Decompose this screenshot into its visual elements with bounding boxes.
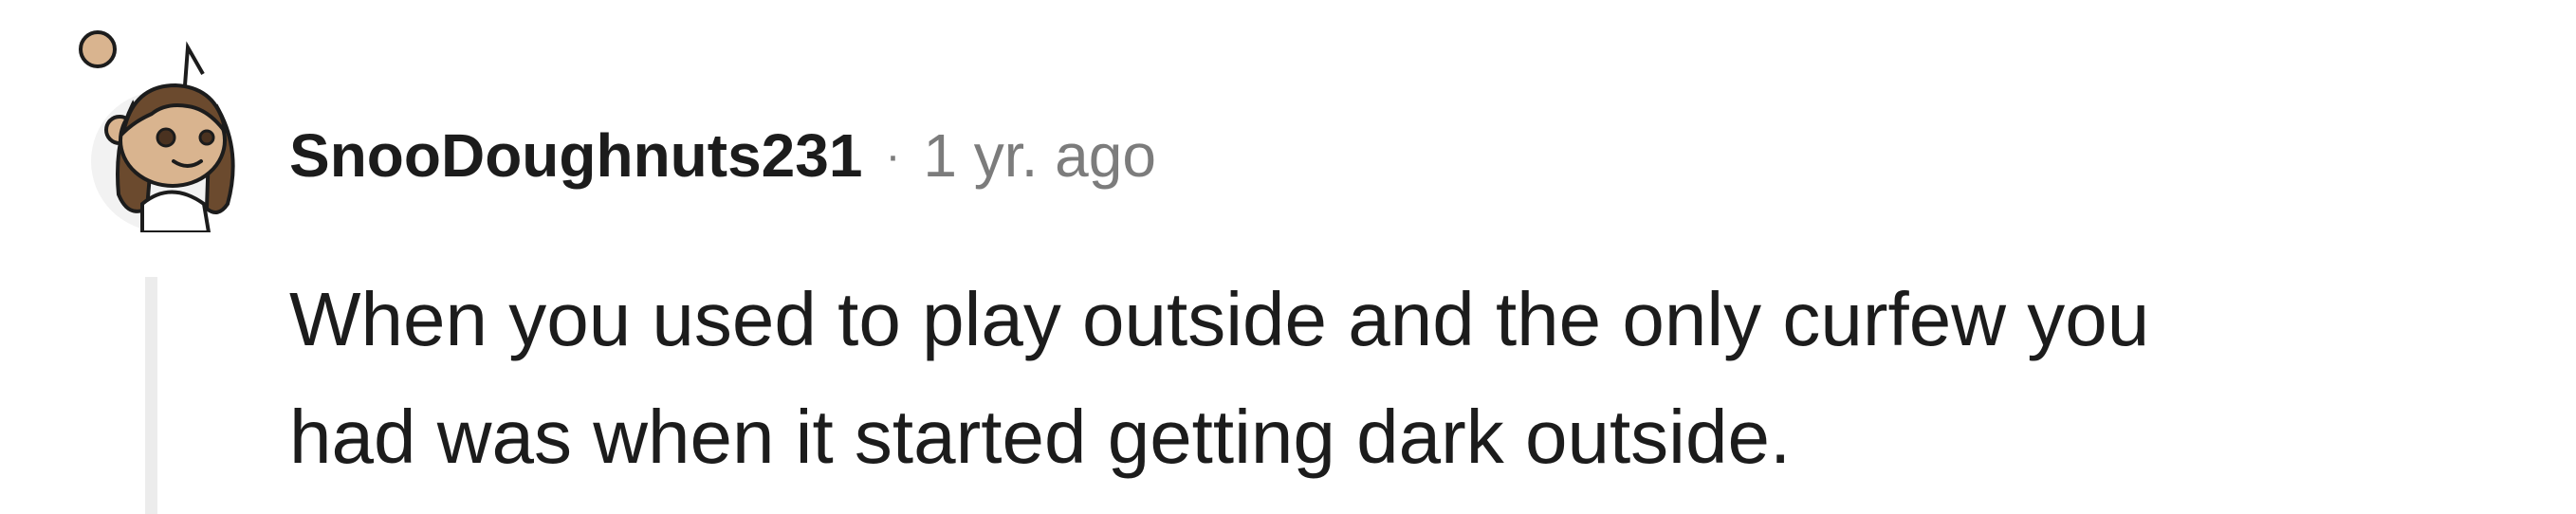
comment-meta: SnooDoughnuts231 · 1 yr. ago bbox=[289, 118, 1156, 193]
username-link[interactable]: SnooDoughnuts231 bbox=[289, 120, 862, 191]
comment-body-line: When you used to play outside and the on… bbox=[289, 277, 2150, 361]
comment: SnooDoughnuts231 · 1 yr. ago When you us… bbox=[0, 0, 2576, 514]
meta-separator: · bbox=[885, 130, 901, 181]
user-avatar[interactable] bbox=[76, 19, 242, 232]
snoo-avatar-icon bbox=[79, 30, 235, 232]
comment-body: When you used to play outside and the on… bbox=[289, 261, 2471, 496]
timestamp[interactable]: 1 yr. ago bbox=[923, 120, 1156, 191]
comment-body-line: had was when it started getting dark out… bbox=[289, 395, 1792, 479]
thread-line[interactable] bbox=[145, 277, 157, 514]
